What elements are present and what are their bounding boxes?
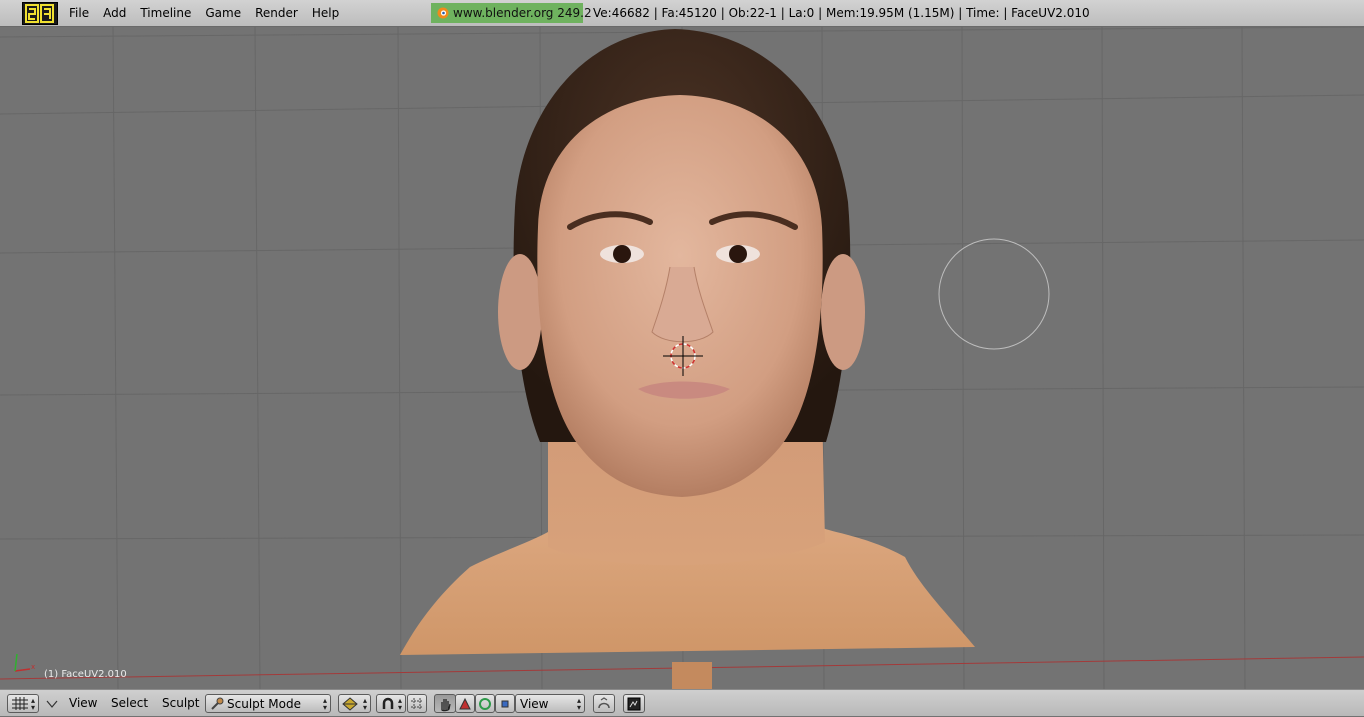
menu-timeline[interactable]: Timeline [133, 0, 198, 27]
orientation-select[interactable]: View ▴ ▾ [515, 694, 585, 713]
blender-logo-icon [437, 7, 449, 19]
menu-help[interactable]: Help [305, 0, 346, 27]
lock-scene-icon [598, 696, 610, 708]
brush-radius-icon [938, 238, 1050, 350]
updown-arrows-icon: ▴ ▾ [576, 696, 581, 712]
menu-file[interactable]: File [62, 0, 96, 27]
sculpt-brush-icon [211, 697, 224, 710]
blender-window-type-icon[interactable] [22, 2, 58, 25]
viewport-scene [0, 27, 1364, 689]
site-badge[interactable]: www.blender.org 249.2 [431, 3, 592, 23]
shaded-sphere-icon [342, 696, 358, 711]
render-preview-button[interactable] [623, 694, 645, 713]
mode-select[interactable]: Sculpt Mode ▴ ▾ [205, 694, 331, 713]
head-mesh [400, 29, 975, 689]
menu-render[interactable]: Render [248, 0, 305, 27]
mode-select-label: Sculpt Mode [227, 696, 301, 711]
scene-stats: Ve:46682 | Fa:45120 | Ob:22-1 | La:0 | M… [593, 6, 1090, 20]
snap-grid-icon [411, 697, 423, 710]
magnet-icon [382, 697, 394, 709]
3d-viewport[interactable]: x (1) FaceUV2.010 [0, 27, 1364, 689]
menu-game[interactable]: Game [198, 0, 248, 27]
manipulator-translate-toggle[interactable] [455, 694, 475, 713]
lock-layers-button[interactable] [593, 694, 615, 713]
updown-arrows-icon: ▴ ▾ [30, 696, 35, 712]
object-label: (1) FaceUV2.010 [44, 669, 127, 680]
manipulator-hand-toggle[interactable] [434, 694, 456, 713]
orientation-select-label: View [520, 696, 549, 711]
manipulator-scale-toggle[interactable] [495, 694, 515, 713]
grid-icon [12, 697, 28, 710]
manipulator-rotate-toggle[interactable] [475, 694, 495, 713]
menu-sculpt[interactable]: Sculpt [162, 690, 199, 717]
updown-arrows-icon: ▴ ▾ [362, 696, 367, 712]
3d-view-header: ▴ ▾ View Select Sculpt Sculpt Mode ▴ ▾ ▴ ▾ … [0, 689, 1364, 716]
snap-toggle[interactable] [407, 694, 427, 713]
updown-arrows-icon: ▴ ▾ [322, 696, 327, 712]
hand-icon [441, 698, 451, 711]
info-header: File Add Timeline Game Render Help www.b… [0, 0, 1364, 27]
menu-add[interactable]: Add [96, 0, 133, 27]
scale-box-icon [501, 700, 509, 707]
rotate-ring-icon [479, 697, 491, 710]
draw-type-select[interactable]: ▴ ▾ [338, 694, 371, 713]
main-menu: File Add Timeline Game Render Help [62, 0, 346, 27]
editor-type-button[interactable]: ▴ ▾ [7, 694, 39, 713]
updown-arrows-icon: ▴ ▾ [397, 696, 402, 712]
pivot-select[interactable]: ▴ ▾ [376, 694, 406, 713]
render-icon [627, 697, 641, 710]
translate-arrow-icon [459, 697, 471, 709]
menu-select[interactable]: Select [111, 690, 148, 717]
menu-view[interactable]: View [69, 690, 97, 717]
collapse-menu-icon[interactable] [46, 699, 58, 709]
site-badge-text: www.blender.org 249.2 [453, 6, 592, 20]
axis-gizmo-icon: x [14, 653, 35, 672]
svg-text:x: x [31, 663, 35, 671]
